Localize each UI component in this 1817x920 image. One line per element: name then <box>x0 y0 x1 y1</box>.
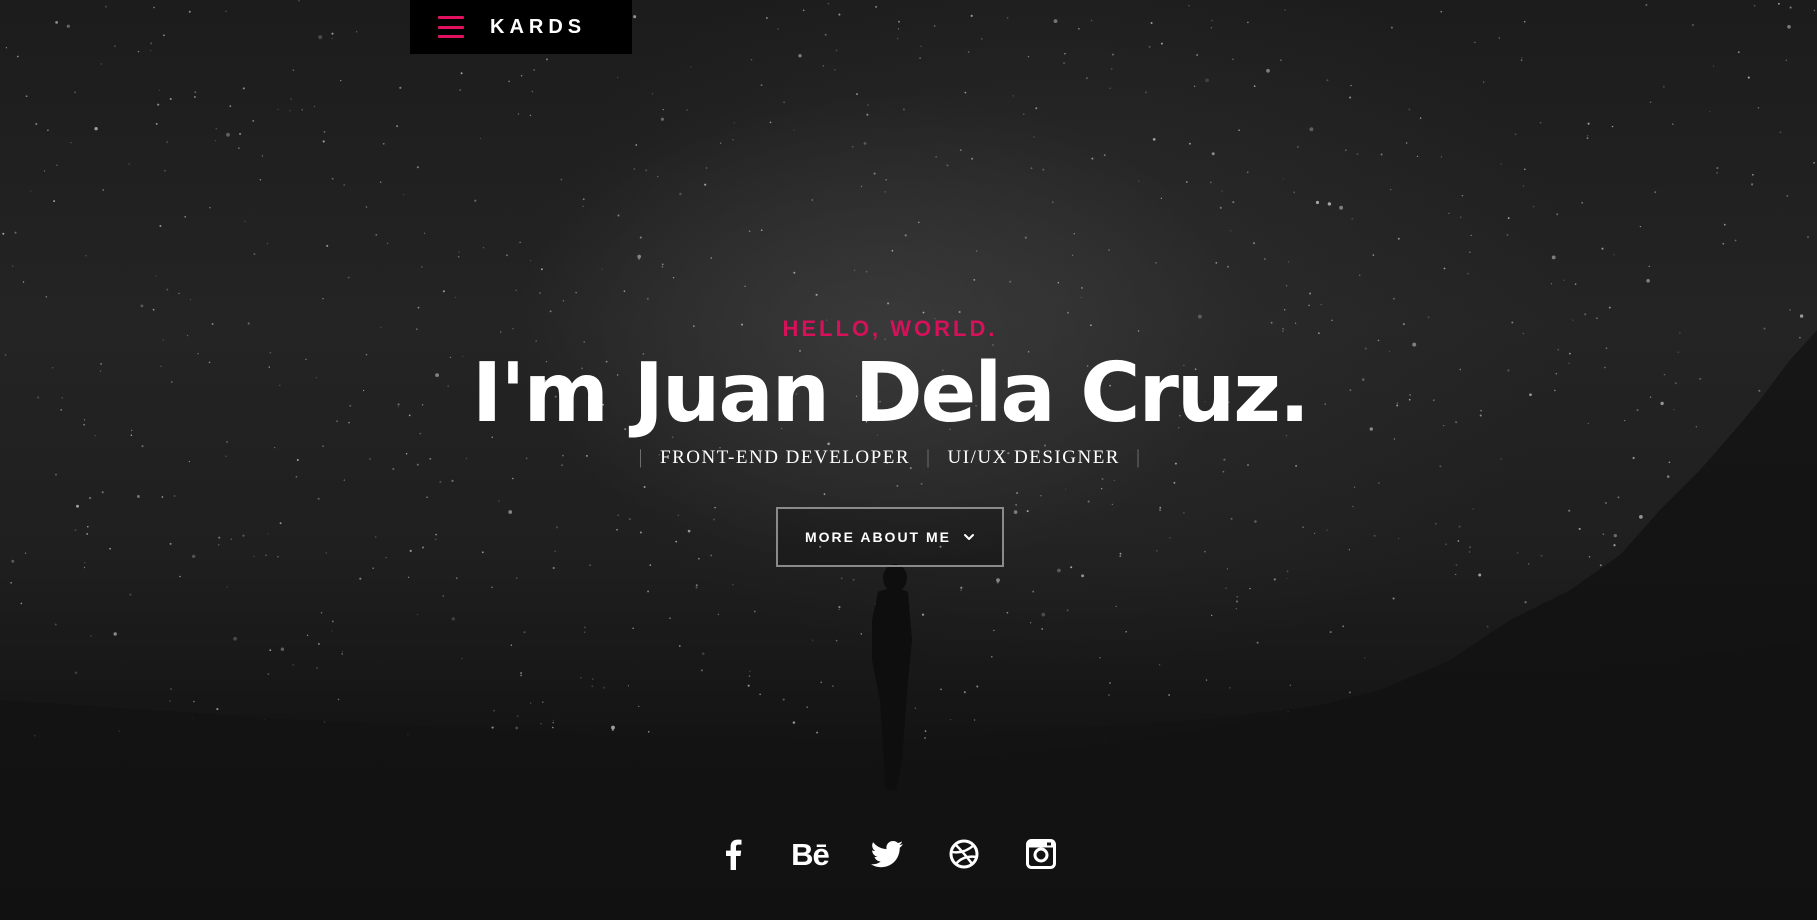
hero-section: KARDS HELLO, WORLD. I'm Juan Dela Cruz. … <box>0 0 1817 920</box>
instagram-icon <box>1026 839 1056 869</box>
facebook-link[interactable] <box>695 836 772 872</box>
top-nav: KARDS <box>410 0 632 54</box>
role-frontend: FRONT-END DEVELOPER <box>660 446 910 468</box>
behance-icon: Bē <box>791 836 830 872</box>
role-separator: | <box>638 446 644 468</box>
chevron-down-icon <box>964 534 975 540</box>
more-about-me-button[interactable]: MORE ABOUT ME <box>776 507 1004 567</box>
facebook-icon <box>726 839 742 870</box>
dribbble-link[interactable] <box>926 836 1003 872</box>
hamburger-menu-icon[interactable] <box>438 16 464 38</box>
role-separator: | <box>1135 446 1142 468</box>
social-links: Bē <box>0 836 1774 872</box>
cta-label: MORE ABOUT ME <box>804 529 952 545</box>
instagram-link[interactable] <box>1003 836 1080 872</box>
role-uiux: UI/UX DESIGNER <box>947 446 1120 468</box>
hero-greeting: HELLO, WORLD. <box>782 316 998 341</box>
hero-name: I'm Juan Dela Cruz. <box>471 346 1310 441</box>
hero-content: HELLO, WORLD. I'm Juan Dela Cruz. | FRON… <box>0 312 1780 567</box>
hero-roles: | FRONT-END DEVELOPER | UI/UX DESIGNER | <box>0 446 1780 469</box>
behance-link[interactable]: Bē <box>772 836 849 872</box>
role-separator: | <box>926 446 932 468</box>
brand-logo[interactable]: KARDS <box>490 16 586 39</box>
twitter-link[interactable] <box>849 836 926 872</box>
twitter-icon <box>871 841 903 868</box>
dribbble-icon <box>949 839 979 869</box>
